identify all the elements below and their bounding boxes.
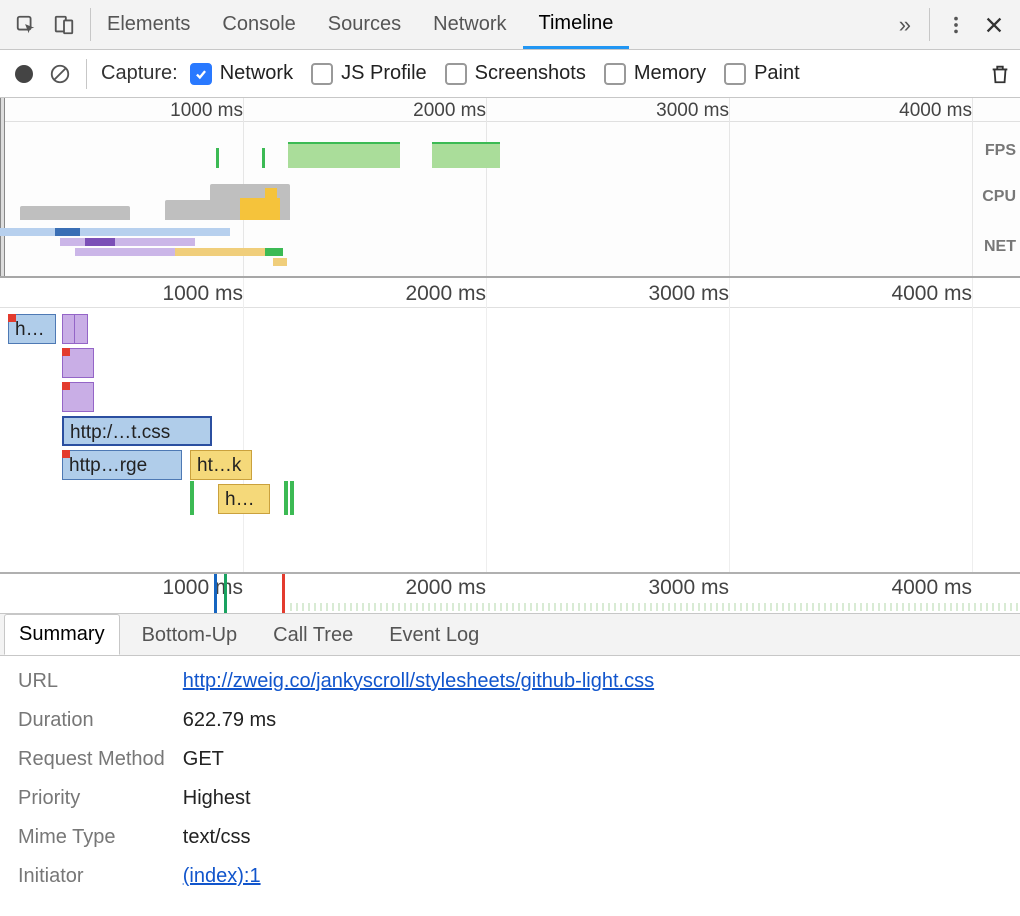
network-bar[interactable] (74, 314, 88, 344)
timeline-toolbar: Capture: Network JS Profile Screenshots Mem… (0, 50, 1020, 98)
detail-tab-event-log[interactable]: Event Log (375, 616, 493, 655)
tick: 2000 ms (405, 282, 486, 306)
tab-elements[interactable]: Elements (91, 0, 206, 49)
capture-label: Capture: (101, 62, 178, 85)
fps-label: FPS (985, 142, 1016, 160)
summary-initiator-k: Initiator (18, 865, 165, 888)
summary-method-k: Request Method (18, 748, 165, 771)
devtools-top-bar: ElementsConsoleSourcesNetworkTimeline » (0, 0, 1020, 50)
close-icon[interactable] (982, 13, 1006, 37)
summary-duration-v: 622.79 ms (183, 709, 1002, 732)
detail-tab-call-tree[interactable]: Call Tree (259, 616, 367, 655)
cpu-lane (0, 180, 980, 220)
tab-sources[interactable]: Sources (312, 0, 417, 49)
record-button[interactable] (12, 62, 36, 86)
tick: 4000 ms (891, 282, 972, 306)
summary-mime-v: text/css (183, 826, 1002, 849)
capture-network[interactable]: Network (190, 62, 293, 85)
overflow-icon[interactable]: » (881, 0, 929, 49)
tick: 1000 ms (162, 576, 243, 600)
capture-memory[interactable]: Memory (604, 62, 706, 85)
mini-overview[interactable]: 1000 ms 2000 ms 3000 ms 4000 ms (0, 574, 1020, 614)
detail-tab-summary[interactable]: Summary (4, 614, 120, 655)
summary-mime-k: Mime Type (18, 826, 165, 849)
details-tabs: SummaryBottom-UpCall TreeEvent Log (0, 614, 1020, 656)
firstpaint-marker (224, 574, 227, 613)
tick: 1000 ms (162, 282, 243, 306)
tick: 4000 ms (891, 576, 972, 600)
tab-timeline[interactable]: Timeline (523, 0, 630, 49)
summary-url-k: URL (18, 670, 165, 693)
tick: 1000 ms (170, 100, 243, 122)
network-bar[interactable]: http:/…t.css (62, 416, 212, 446)
capture-js-profile[interactable]: JS Profile (311, 62, 427, 85)
flamechart-panel[interactable]: 1000 ms 2000 ms 3000 ms 4000 ms h… http:/…t.… (0, 278, 1020, 574)
network-bar[interactable]: http…rge (62, 450, 182, 480)
load-marker (282, 574, 285, 613)
domcontent-marker (214, 574, 217, 613)
tab-console[interactable]: Console (206, 0, 311, 49)
summary-priority-v: Highest (183, 787, 1002, 810)
net-label: NET (984, 238, 1016, 256)
kebab-icon[interactable] (944, 13, 968, 37)
detail-tab-bottom-up[interactable]: Bottom-Up (128, 616, 252, 655)
tick: 3000 ms (656, 100, 729, 122)
summary-initiator-link[interactable]: (index):1 (183, 865, 1002, 888)
tick: 2000 ms (405, 576, 486, 600)
summary-panel: URL http://zweig.co/jankyscroll/styleshe… (0, 656, 1020, 902)
cpu-label: CPU (982, 188, 1016, 206)
clear-button[interactable] (48, 62, 72, 86)
summary-url-link[interactable]: http://zweig.co/jankyscroll/stylesheets/… (183, 670, 1002, 693)
trash-icon[interactable] (988, 62, 1012, 86)
summary-priority-k: Priority (18, 787, 165, 810)
summary-method-v: GET (183, 748, 1002, 771)
tick: 4000 ms (899, 100, 972, 122)
fps-lane (0, 138, 980, 168)
inspect-icon[interactable] (14, 13, 38, 37)
tick: 3000 ms (648, 576, 729, 600)
network-bar[interactable]: ht…k (190, 450, 252, 480)
capture-paint[interactable]: Paint (724, 62, 800, 85)
device-icon[interactable] (52, 13, 76, 37)
tick: 2000 ms (413, 100, 486, 122)
net-lane (0, 228, 980, 268)
overview-panel[interactable]: 1000 ms 2000 ms 3000 ms 4000 ms FPS CPU NET (0, 98, 1020, 278)
devtools-tabs: ElementsConsoleSourcesNetworkTimeline (91, 0, 881, 49)
tab-network[interactable]: Network (417, 0, 522, 49)
network-bar[interactable]: h… (218, 484, 270, 514)
capture-screenshots[interactable]: Screenshots (445, 62, 586, 85)
tick: 3000 ms (648, 282, 729, 306)
summary-duration-k: Duration (18, 709, 165, 732)
